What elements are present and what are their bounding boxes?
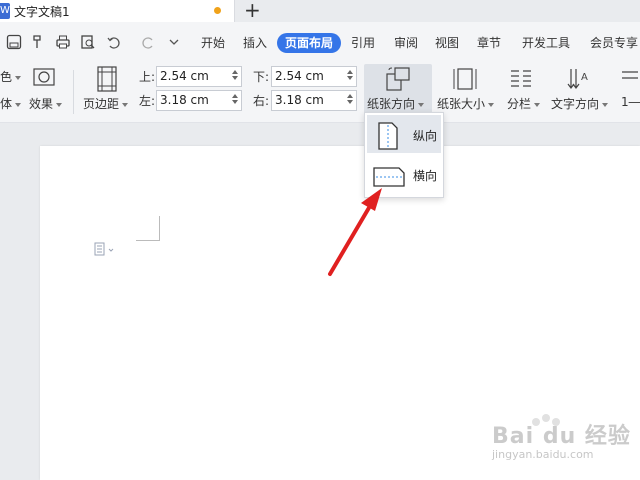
watermark-url: jingyan.baidu.com [492, 448, 594, 461]
watermark-text: Bai du 经验 [492, 424, 631, 449]
